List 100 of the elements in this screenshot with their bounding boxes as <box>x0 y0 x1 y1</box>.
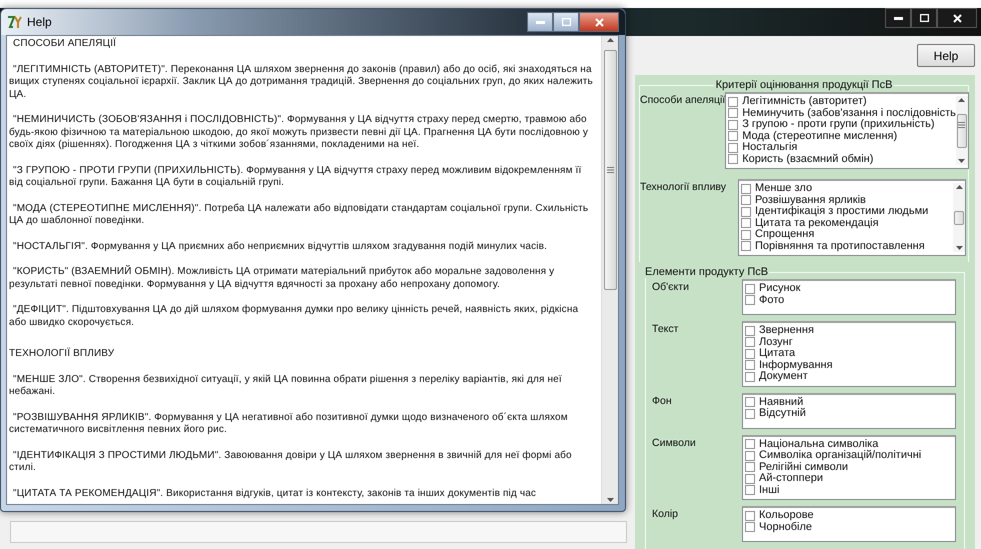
checkbox-list[interactable]: Наявний Відсутній <box>742 392 956 428</box>
scroll-down-icon[interactable] <box>958 159 966 163</box>
checkbox[interactable] <box>745 372 755 382</box>
help-paragraph: "МОДА (СТЕРЕОТИПНЕ МИСЛЕННЯ)". Потреба ЦА належати або відповідати стандартам соціальної групи. Схильність ЦА до шаблонної поведінки. <box>9 202 590 228</box>
checkbox[interactable] <box>741 206 751 217</box>
group-label: Фон <box>652 394 673 406</box>
help-paragraph: "НОСТАЛЬГІЯ". Формування у ЦА приємних або неприємних відчуттів шляхом згадування подій минулих часів. <box>12 240 548 253</box>
minimize-icon <box>894 16 902 20</box>
checkbox[interactable] <box>741 218 751 228</box>
checkbox[interactable] <box>728 142 738 153</box>
help-paragraph: "ІДЕНТИФІКАЦІЯ З ПРОСТИМИ ЛЮДЬМИ". Завоювання довіри у ЦА шляхом звернення в звичній для неї формі або стилі. <box>9 450 573 474</box>
scroll-down-icon[interactable] <box>956 246 962 250</box>
checkbox-list[interactable]: Легітимність (авторитет) Неминучить (забов'язання і послідовність З групою - проти групи (прихильність) Мода (стереотипне мислення) Ностальгія Користь (взаємний обмін) <box>725 92 969 169</box>
checkbox-list[interactable]: Рисунок Фото <box>742 279 956 315</box>
checkbox-list[interactable]: Звернення Лозунг Цитата Інформування Документ <box>742 321 956 386</box>
checkbox[interactable] <box>741 184 751 194</box>
group-label: Колір <box>652 507 680 520</box>
checkbox-item[interactable]: Спрощення <box>741 229 953 240</box>
checkbox-item[interactable]: Лозунг <box>745 336 955 348</box>
scrollbar-thumb[interactable] <box>956 114 967 148</box>
scroll-up-icon[interactable] <box>956 185 962 189</box>
checkbox-item[interactable]: З групою - проти групи (прихильність) <box>728 119 956 130</box>
checkbox-item[interactable]: Фото <box>745 294 955 306</box>
app-icon <box>7 15 23 29</box>
checkbox[interactable] <box>745 408 755 419</box>
group-label: Технології впливу <box>640 180 728 193</box>
checkbox-item[interactable]: Інші <box>745 484 955 496</box>
checkbox-item[interactable]: Менше зло <box>741 183 953 194</box>
checkbox-item[interactable]: Наявний <box>745 396 955 408</box>
checkbox-item[interactable]: Символіка організацій/політичні <box>745 450 955 462</box>
scroll-up-icon[interactable] <box>958 98 966 102</box>
checkbox[interactable] <box>745 348 755 359</box>
group-title: Критерії оцінювання продукції ПсВ <box>714 79 894 91</box>
checkbox[interactable] <box>745 397 755 408</box>
checkbox-list[interactable]: Менше зло Розвішування ярликів Ідентифікація з простими людьми Цитата та рекомендація Спрощення Порівняння та протипоставлення <box>738 179 966 256</box>
checkbox-item[interactable]: Мода (стереотипне мислення) <box>728 130 956 142</box>
close-icon <box>594 18 604 26</box>
checkbox[interactable] <box>745 326 755 336</box>
help-paragraph: "ЦИТАТА ТА РЕКОМЕНДАЦІЯ". Використання відгуків, цитат із контексту, законів та інших документів під час <box>12 488 538 500</box>
maximize-button[interactable] <box>911 8 937 28</box>
checkbox[interactable] <box>745 522 755 532</box>
checkbox-item[interactable]: Релігійні символи <box>745 462 955 473</box>
checkbox-item[interactable]: Розвішування ярликів <box>741 194 953 206</box>
checkbox[interactable] <box>745 474 755 484</box>
checkbox-item[interactable]: Порівняння та протипоставлення <box>741 240 953 252</box>
checkbox[interactable] <box>745 485 755 496</box>
checkbox[interactable] <box>741 195 751 206</box>
checkbox-item[interactable]: Документ <box>745 371 955 382</box>
checkbox[interactable] <box>728 120 738 130</box>
checkbox-item[interactable]: Легітимність (авторитет) <box>728 96 956 108</box>
scroll-down-icon[interactable] <box>606 498 614 502</box>
checkbox[interactable] <box>728 154 738 164</box>
group-label: Текст <box>652 322 680 335</box>
minimize-button[interactable] <box>885 8 911 28</box>
checkbox-item[interactable]: Ностальгія <box>728 142 956 154</box>
checkbox[interactable] <box>745 337 755 348</box>
checkbox-item[interactable]: Відсутній <box>745 408 955 420</box>
checkbox-item[interactable]: Ідентифікація з простими людьми <box>741 206 953 218</box>
checkbox[interactable] <box>741 241 751 252</box>
checkbox-item[interactable]: Кольорове <box>745 510 955 522</box>
minimize-icon <box>536 20 544 24</box>
checkbox-item[interactable]: Користь (взаємний обмін) <box>728 154 956 165</box>
checkbox-item[interactable]: Чорнобіле <box>745 522 955 533</box>
checkbox-item[interactable]: Неминучить (забов'язання і послідовність <box>728 108 956 119</box>
checkbox[interactable] <box>728 96 738 107</box>
checkbox-item[interactable]: Звернення <box>745 325 955 336</box>
checkbox-item[interactable]: Цитата <box>745 348 955 360</box>
help-button[interactable]: Help <box>917 44 975 67</box>
section-heading: СПОСОБИ АПЕЛЯЦІЇ <box>12 38 118 50</box>
scrollbar-thumb[interactable] <box>604 50 616 290</box>
checkbox[interactable] <box>745 295 755 306</box>
grip-icon <box>958 122 965 128</box>
maximize-icon <box>562 18 570 26</box>
close-button[interactable] <box>937 8 977 28</box>
checkbox[interactable] <box>745 360 755 370</box>
help-paragraph: "РОЗВІШУВАННЯ ЯРЛИКІВ". Формування у ЦА негативної або позитивної думки щодо визначеного об´єкта шляхом систематичного висвітлення певних його рис. <box>9 412 569 436</box>
checkbox-list[interactable]: Кольорове Чорнобіле <box>742 506 956 542</box>
checkbox-item[interactable]: Ай-стоппери <box>745 473 955 484</box>
section-heading: ТЕХНОЛОГІЇ ВПЛИВУ <box>9 348 116 360</box>
maximize-icon <box>920 14 928 22</box>
checkbox[interactable] <box>728 108 738 118</box>
text-field[interactable] <box>10 521 627 543</box>
checkbox[interactable] <box>745 284 755 294</box>
scroll-up-icon[interactable] <box>606 38 614 42</box>
close-icon <box>952 14 962 22</box>
group-label: Способи апеляції <box>640 93 726 106</box>
checkbox[interactable] <box>745 439 755 450</box>
checkbox-item[interactable]: Національна символіка <box>745 438 955 450</box>
checkbox-item[interactable]: Рисунок <box>745 283 955 294</box>
checkbox[interactable] <box>741 230 751 240</box>
checkbox[interactable] <box>745 450 755 461</box>
checkbox[interactable] <box>745 462 755 472</box>
scrollbar-thumb[interactable] <box>954 210 964 224</box>
checkbox-item[interactable]: Цитата та рекомендація <box>741 218 953 229</box>
checkbox[interactable] <box>728 131 738 142</box>
help-paragraph: "ЛЕГІТИМНІСТЬ (АВТОРИТЕТ)". Переконання ЦА шляхом звернення до законів (правил) або до осіб, які знаходяться на вищих ступенях соціальної ієрархії. Заклик ЦА до дотримання традицій. Звернення до соціальних груп, до яких належить ЦА. <box>9 64 594 101</box>
checkbox-list[interactable]: Національна символіка Символіка організацій/політичні Релігійні символи Ай-стоппери Інші <box>742 434 956 500</box>
checkbox[interactable] <box>745 510 755 521</box>
checkbox-item[interactable]: Інформування <box>745 360 955 371</box>
group-label: Об'єкти <box>652 280 690 293</box>
